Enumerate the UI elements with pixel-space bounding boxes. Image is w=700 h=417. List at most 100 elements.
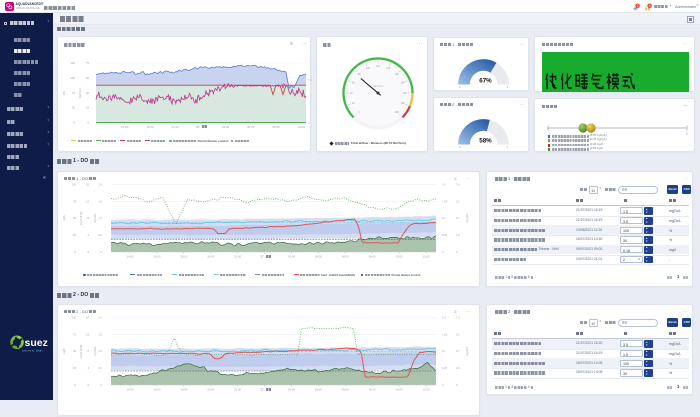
svg-text:0: 0 [88,383,90,387]
svg-text:20:00: 20:00 [207,388,214,392]
svg-text:7.4: 7.4 [308,78,312,82]
svg-text:8: 8 [88,349,90,353]
svg-text:8: 8 [88,216,90,220]
svg-text:kg/h: kg/h [63,348,66,353]
svg-text:5.5: 5.5 [456,199,460,203]
svg-text:suez: suez [25,337,48,349]
svg-text:0.35: 0.35 [442,366,448,370]
svg-text:03:00: 03:00 [222,125,230,129]
svg-text:0: 0 [308,121,310,125]
svg-text:1: 1 [507,85,509,89]
svg-text:Nm³/min: Nm³/min [78,87,82,98]
svg-text:2: 2 [637,4,639,8]
svg-text:15:00: 15:00 [121,125,129,129]
svg-text:27.: 27. [261,255,265,259]
svg-text:3.7: 3.7 [456,349,460,353]
svg-text:mg N-NH4/L: mg N-NH4/L [80,343,83,358]
svg-text:14:00: 14:00 [127,388,134,392]
svg-text:75: 75 [86,61,90,65]
svg-text:02:00: 02:00 [288,255,295,259]
svg-text:7.4: 7.4 [456,316,460,320]
svg-text:18:00: 18:00 [180,255,187,259]
svg-text:Nm³/min: Nm³/min [373,84,384,88]
svg-text:22:00: 22:00 [234,388,241,392]
svg-text:75: 75 [73,332,76,336]
svg-text:0.6: 0.6 [98,366,102,370]
svg-text:0: 0 [456,383,458,387]
svg-text:12:00: 12:00 [297,125,305,129]
svg-text:0.35: 0.35 [442,233,448,237]
svg-text:25: 25 [73,233,76,237]
svg-text:mg O2/L: mg O2/L [94,346,97,356]
svg-text:5: 5 [649,4,651,8]
svg-text:3.7: 3.7 [456,216,460,220]
svg-text:2: 2 [686,132,688,136]
svg-text:35: 35 [72,106,76,110]
svg-text:4: 4 [88,233,90,237]
svg-text:12:00: 12:00 [423,388,430,392]
svg-text:18:00: 18:00 [180,388,187,392]
svg-text:0: 0 [87,121,89,125]
svg-text:50: 50 [73,216,76,220]
svg-text:1.4: 1.4 [442,183,446,187]
svg-text:0.7: 0.7 [442,349,446,353]
svg-text:10:00: 10:00 [396,255,403,259]
svg-text:22:00: 22:00 [234,255,241,259]
svg-text:0: 0 [88,250,90,254]
svg-text:2.4: 2.4 [98,183,102,187]
svg-text:140: 140 [70,61,75,65]
svg-text:04:00: 04:00 [315,255,322,259]
svg-text:02:00: 02:00 [288,388,295,392]
svg-text:19: 19 [86,106,90,110]
svg-text:0: 0 [101,250,103,254]
svg-text:58%: 58% [479,138,492,145]
svg-text:2.4: 2.4 [98,316,102,320]
svg-text:06:00: 06:00 [247,125,255,129]
svg-text:21:00: 21:00 [171,125,179,129]
svg-text:16: 16 [86,183,89,187]
svg-text:1.8: 1.8 [456,366,460,370]
svg-text:100: 100 [72,316,77,320]
svg-text:0: 0 [75,383,77,387]
svg-text:1.8: 1.8 [98,332,102,336]
svg-text:kg/h: kg/h [63,215,66,220]
svg-text:27.: 27. [196,125,200,129]
svg-text:mg O2/L: mg O2/L [466,346,469,356]
svg-text:0.7: 0.7 [442,216,446,220]
svg-text:12: 12 [86,199,89,203]
svg-text:4: 4 [88,366,90,370]
svg-text:1.4: 1.4 [442,316,446,320]
svg-text:20:00: 20:00 [207,255,214,259]
svg-text:7.4: 7.4 [456,183,460,187]
svg-text:0: 0 [459,85,461,89]
svg-text:0: 0 [456,250,458,254]
svg-text:70: 70 [72,91,76,95]
svg-text:25: 25 [73,366,76,370]
svg-text:0: 0 [73,121,75,125]
svg-text:56: 56 [86,76,90,80]
svg-text:06:00: 06:00 [342,388,349,392]
svg-text:08:00: 08:00 [369,388,376,392]
svg-text:12:00: 12:00 [423,255,430,259]
svg-text:1.8: 1.8 [98,199,102,203]
svg-text:06:00: 06:00 [342,255,349,259]
svg-text:16: 16 [86,316,89,320]
svg-text:0: 0 [459,145,461,149]
svg-text:50: 50 [73,349,76,353]
svg-text:16:00: 16:00 [153,388,160,392]
svg-text:mg O2/L: mg O2/L [94,213,97,223]
svg-text:1.2: 1.2 [98,216,102,220]
svg-text:67%: 67% [479,78,492,85]
svg-text:0: 0 [75,250,77,254]
svg-text:105: 105 [70,76,75,80]
svg-text:mg N-NH4/L: mg N-NH4/L [80,210,83,225]
svg-text:0: 0 [442,250,444,254]
svg-text:0.6: 0.6 [98,233,102,237]
svg-text:1: 1 [507,145,509,149]
svg-text:100: 100 [72,183,77,187]
svg-text:5.5: 5.5 [456,332,460,336]
svg-text:0: 0 [442,383,444,387]
svg-text:75: 75 [73,199,76,203]
svg-text:1.05: 1.05 [442,332,448,336]
svg-text:10:00: 10:00 [396,388,403,392]
